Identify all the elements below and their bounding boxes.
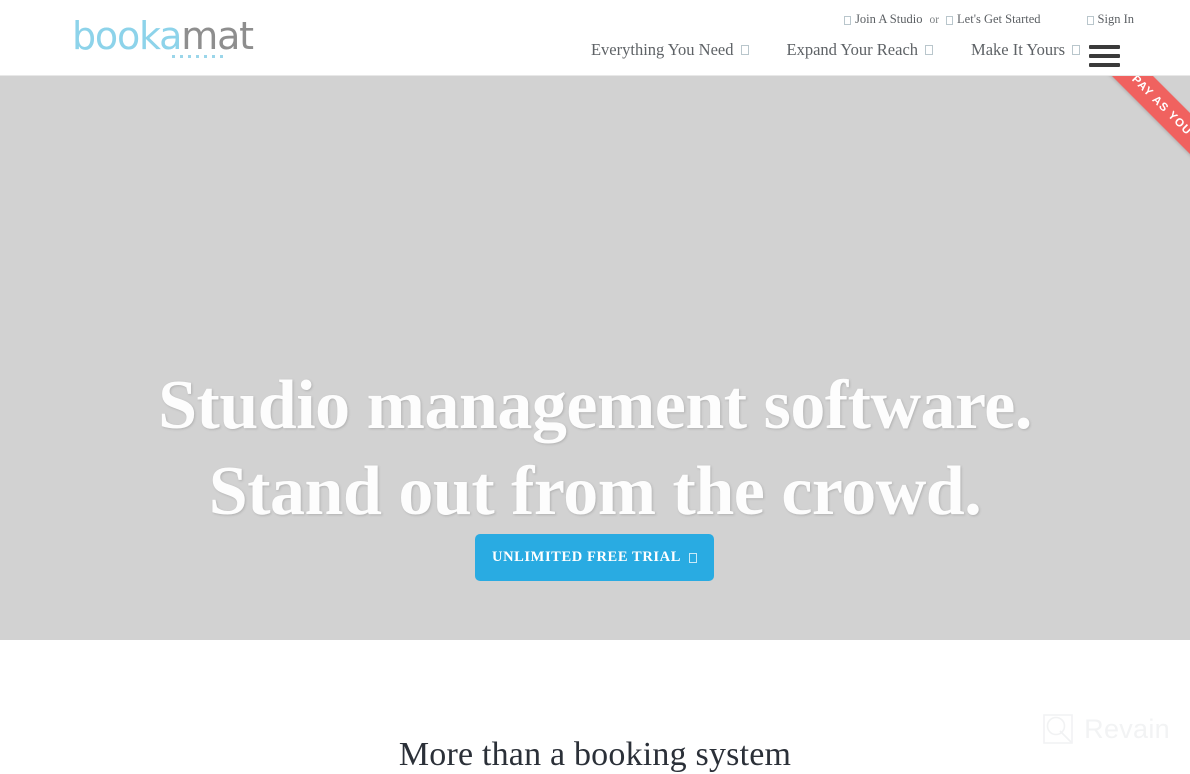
hero-headline-line-2: Stand out from the crowd. bbox=[0, 449, 1190, 535]
chevron-down-icon bbox=[741, 45, 749, 55]
corner-ribbon: PAY AS YOU GROW bbox=[1060, 76, 1190, 206]
hero-headline-line-1: Studio management software. bbox=[158, 367, 1032, 444]
nav-item-everything-you-need[interactable]: Everything You Need bbox=[591, 40, 749, 60]
utility-nav: Join A Studio or Let's Get Started Sign … bbox=[844, 12, 1134, 27]
cta-label: UNLIMITED FREE TRIAL bbox=[492, 549, 681, 566]
box-glyph-icon bbox=[844, 16, 851, 25]
section-heading: More than a booking system bbox=[0, 736, 1190, 774]
chevron-down-icon bbox=[1072, 45, 1080, 55]
site-header: bookamat Join A Studio or Let's Get Star… bbox=[0, 0, 1190, 76]
ribbon-label: PAY AS YOU GROW bbox=[1090, 76, 1190, 206]
arrow-right-icon bbox=[689, 553, 697, 563]
hero-section: PAY AS YOU GROW Studio management softwa… bbox=[0, 76, 1190, 640]
join-a-studio-label: Join A Studio bbox=[855, 12, 922, 27]
box-glyph-icon bbox=[1087, 16, 1094, 25]
unlimited-free-trial-button[interactable]: UNLIMITED FREE TRIAL bbox=[475, 534, 714, 581]
hero-headline: Studio management software. Stand out fr… bbox=[0, 363, 1190, 535]
nav-item-expand-your-reach[interactable]: Expand Your Reach bbox=[787, 40, 934, 60]
logo-text-mat: mat bbox=[181, 14, 253, 58]
sign-in-link[interactable]: Sign In bbox=[1087, 12, 1134, 27]
main-nav: Everything You Need Expand Your Reach Ma… bbox=[591, 40, 1080, 60]
lets-get-started-link[interactable]: Let's Get Started bbox=[946, 12, 1040, 27]
chevron-down-icon bbox=[925, 45, 933, 55]
logo-text-booka: booka bbox=[72, 14, 181, 58]
lets-get-started-label: Let's Get Started bbox=[957, 12, 1040, 27]
site-logo[interactable]: bookamat bbox=[72, 17, 253, 55]
box-glyph-icon bbox=[946, 16, 953, 25]
sign-in-label: Sign In bbox=[1098, 12, 1134, 27]
hamburger-menu-icon[interactable] bbox=[1089, 45, 1120, 67]
utility-nav-separator: or bbox=[929, 14, 939, 26]
features-intro-section: More than a booking system bbox=[0, 640, 1190, 752]
nav-label: Make It Yours bbox=[971, 40, 1065, 60]
nav-label: Expand Your Reach bbox=[787, 40, 919, 60]
nav-item-make-it-yours[interactable]: Make It Yours bbox=[971, 40, 1080, 60]
nav-label: Everything You Need bbox=[591, 40, 734, 60]
logo-dots-decoration bbox=[172, 55, 223, 58]
join-a-studio-link[interactable]: Join A Studio bbox=[844, 12, 922, 27]
